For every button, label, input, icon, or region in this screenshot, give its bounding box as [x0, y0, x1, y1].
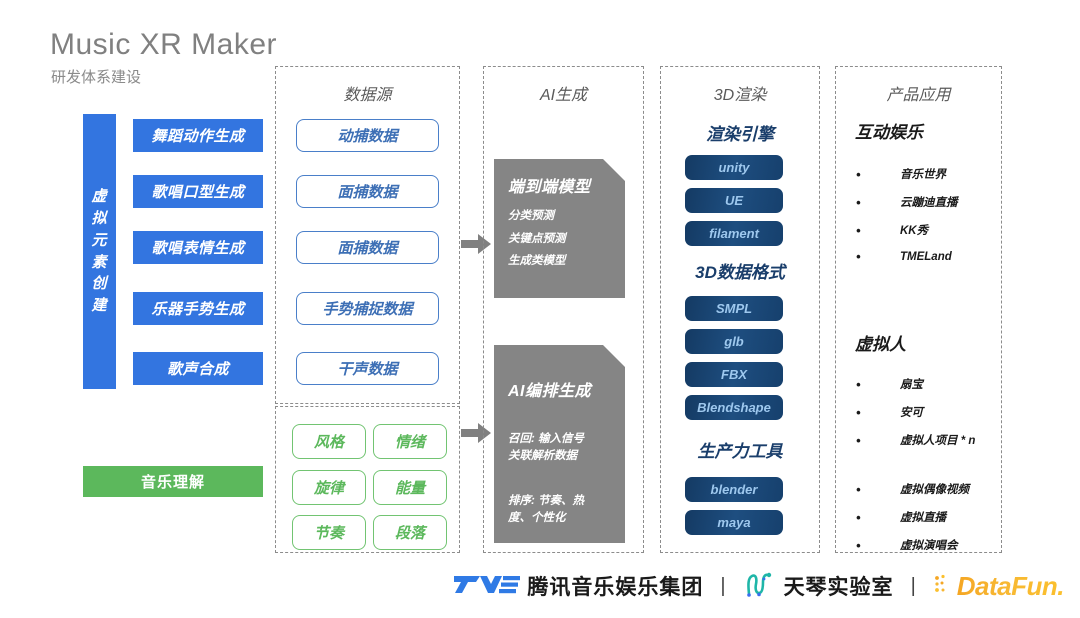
music-understanding-button[interactable]: 音乐理解	[83, 466, 263, 497]
app-item-shanbao: 扇宝	[900, 379, 923, 391]
capability-button-singing-lipsync[interactable]: 歌唱口型生成	[133, 175, 263, 208]
render-chip-smpl[interactable]: SMPL	[685, 296, 783, 321]
tianqin-lab-text: 天琴实验室	[783, 576, 894, 599]
bullet-icon: •	[856, 404, 861, 420]
data-source-item-hand-gesture[interactable]: 手势捕捉数据	[296, 292, 439, 325]
app-item-virtual-concert: 虚拟演唱会	[900, 540, 958, 552]
ai-card-end-to-end-model: 端到端模型 分类预测 关键点预测 生成类模型	[494, 159, 625, 298]
rail-char-0: 虚	[91, 188, 108, 206]
data-source-item-mocap[interactable]: 动捕数据	[296, 119, 439, 152]
app-item-kk-show: KK秀	[900, 225, 929, 237]
capability-button-dance-motion[interactable]: 舞蹈动作生成	[133, 119, 263, 152]
datafun-dots-icon	[933, 573, 953, 600]
bullet-icon: •	[856, 432, 861, 448]
tme-brand-text: 腾讯音乐娱乐集团	[527, 576, 704, 599]
render-chip-fbx[interactable]: FBX	[685, 362, 783, 387]
list-item: • KK秀	[856, 222, 928, 238]
list-item: • 安可	[856, 404, 923, 420]
ai-card-line-classification: 分类预测	[508, 210, 554, 222]
tianqin-lab-brand: 天琴实验室	[743, 571, 894, 602]
music-tag-melody[interactable]: 旋律	[292, 470, 366, 505]
bullet-icon: •	[856, 249, 861, 264]
data-source-item-facecap-1[interactable]: 面捕数据	[296, 175, 439, 208]
rail-char-1: 拟	[91, 210, 108, 227]
app-item-cloud-clubbing-live: 云蹦迪直播	[900, 197, 958, 209]
data-source-item-facecap-2[interactable]: 面捕数据	[296, 231, 439, 264]
app-item-tmeland: TMELand	[900, 250, 952, 263]
app-item-anke: 安可	[900, 407, 923, 419]
footer-separator-1: |	[720, 574, 726, 597]
ai-card-line-generative: 生成类模型	[508, 255, 566, 268]
app-item-music-world: 音乐世界	[900, 169, 946, 181]
ai-card-line-keypoint: 关键点预测	[508, 232, 566, 245]
render-chip-unity[interactable]: unity	[685, 155, 783, 180]
render-chip-blender[interactable]: blender	[685, 477, 783, 502]
music-tag-emotion[interactable]: 情绪	[373, 424, 447, 459]
app-section-title-interactive-entertainment: 互动娱乐	[855, 123, 923, 142]
list-item: • 扇宝	[856, 376, 923, 392]
capability-button-instrument-gesture[interactable]: 乐器手势生成	[133, 292, 263, 325]
bullet-icon: •	[856, 222, 861, 238]
section-title-productivity-tools: 生产力工具	[697, 442, 783, 461]
page-title: Music XR Maker	[50, 28, 278, 61]
ai-card-title-end-to-end: 端到端模型	[508, 179, 591, 196]
capability-button-singing-expression[interactable]: 歌唱表情生成	[133, 231, 263, 264]
render-chip-ue[interactable]: UE	[685, 188, 783, 213]
music-tag-style[interactable]: 风格	[292, 424, 366, 459]
capability-button-voice-synthesis[interactable]: 歌声合成	[133, 352, 263, 385]
ai-card-para-ranking: 排序: 节奏、热 度、个性化	[508, 495, 585, 525]
tme-brand: 腾讯音乐娱乐集团	[454, 571, 703, 601]
list-item: • 虚拟人项目 * n	[856, 432, 975, 448]
app-section-title-virtual-human: 虚拟人	[855, 335, 906, 354]
column-header-product-application: 产品应用	[886, 87, 951, 104]
list-item: • 音乐世界	[856, 166, 946, 182]
footer-separator-2: |	[910, 574, 916, 597]
bullet-icon: •	[856, 509, 861, 525]
virtual-element-creation-rail: 虚 拟 元 素 创 建	[83, 114, 116, 389]
data-source-item-dry-vocal[interactable]: 干声数据	[296, 352, 439, 385]
render-chip-filament[interactable]: filament	[685, 221, 783, 246]
section-title-3d-data-format: 3D数据格式	[695, 263, 785, 282]
datafun-brand-text: DataFun.	[956, 570, 1065, 601]
list-item: • 虚拟演唱会	[856, 537, 958, 553]
page-subtitle: 研发体系建设	[51, 69, 142, 86]
bullet-icon: •	[856, 537, 861, 553]
music-tag-section[interactable]: 段落	[373, 515, 447, 550]
slide-canvas: Music XR Maker 研发体系建设 虚 拟 元 素 创 建 舞蹈动作生成…	[0, 0, 1080, 608]
column-header-3d-render: 3D渲染	[713, 87, 767, 104]
bullet-icon: •	[856, 194, 861, 210]
bullet-icon: •	[856, 481, 861, 497]
column-header-ai-generation: AI生成	[539, 87, 588, 104]
render-chip-maya[interactable]: maya	[685, 510, 783, 535]
rail-char-3: 素	[91, 253, 108, 271]
list-item: • 云蹦迪直播	[856, 194, 958, 210]
bullet-icon: •	[856, 376, 861, 392]
render-chip-blendshape[interactable]: Blendshape	[685, 395, 783, 420]
music-tag-energy[interactable]: 能量	[373, 470, 447, 505]
rail-char-5: 建	[91, 297, 108, 314]
section-title-render-engine: 渲染引擎	[706, 125, 774, 144]
rail-char-4: 创	[91, 275, 108, 293]
footer-logos: 腾讯音乐娱乐集团 | 天琴实验室 | DataFun.	[0, 564, 1080, 608]
rail-char-2: 元	[91, 231, 108, 249]
datafun-brand: DataFun.	[933, 570, 1065, 602]
tianqin-logo-icon	[743, 571, 777, 602]
music-tag-rhythm[interactable]: 节奏	[292, 515, 366, 550]
app-item-virtual-idol-video: 虚拟偶像视频	[900, 484, 969, 496]
list-item: • 虚拟偶像视频	[856, 481, 969, 497]
ai-card-para-recall: 召回: 输入信号 关联解析数据	[508, 433, 585, 462]
list-item: • 虚拟直播	[856, 509, 946, 525]
ai-card-title-choreography: AI编排生成	[508, 383, 592, 400]
app-item-virtual-live: 虚拟直播	[900, 512, 946, 524]
ai-card-ai-choreography: AI编排生成 召回: 输入信号 关联解析数据 排序: 节奏、热 度、个性化 重排…	[494, 345, 625, 543]
app-item-virtual-human-projects: 虚拟人项目 * n	[900, 435, 976, 447]
list-item: • TMELand	[856, 250, 952, 263]
tme-logo-icon	[454, 573, 521, 600]
column-header-data-source: 数据源	[343, 87, 392, 104]
bullet-icon: •	[856, 166, 861, 182]
render-chip-glb[interactable]: glb	[685, 329, 783, 354]
